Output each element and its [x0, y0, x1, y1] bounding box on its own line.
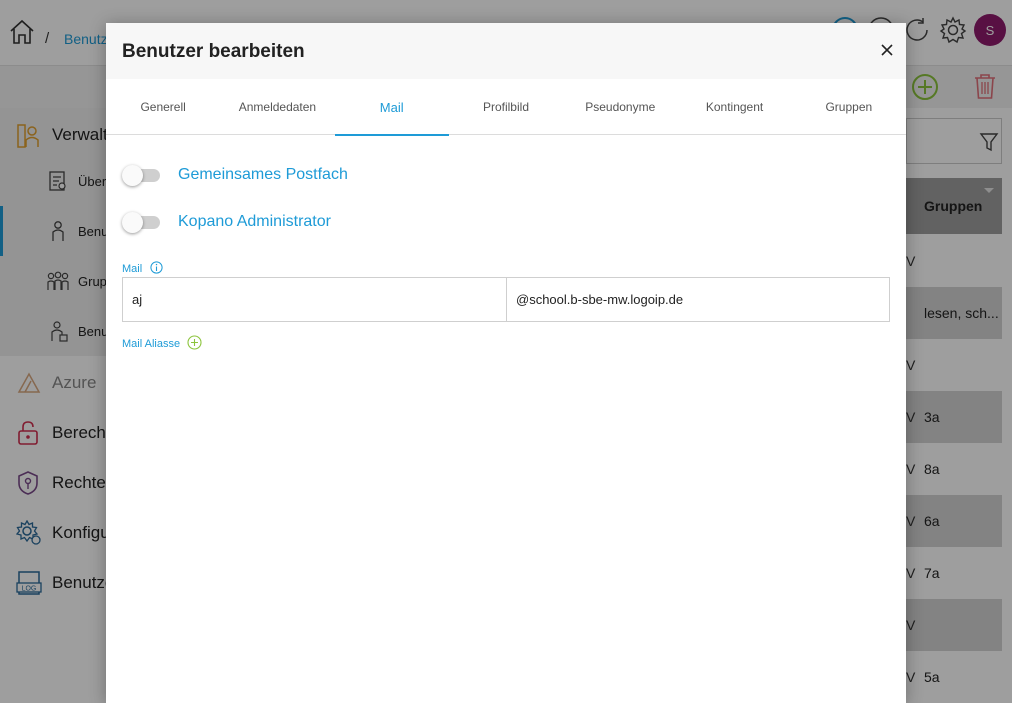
info-icon[interactable] [150, 260, 163, 274]
toggle-knob [122, 212, 143, 233]
kopano-admin-label: Kopano Administrator [178, 213, 331, 230]
tab-profilbild[interactable]: Profilbild [449, 79, 563, 135]
edit-user-dialog: Benutzer bearbeiten Generell Anmeldedate… [106, 23, 906, 703]
kopano-admin-toggle[interactable] [122, 212, 162, 233]
mail-aliases-label: Mail Aliasse [122, 338, 181, 350]
tab-mail[interactable]: Mail [334, 79, 450, 136]
mail-field-label: Mail [122, 260, 163, 275]
shared-mailbox-label: Gemeinsames Postfach [178, 166, 348, 183]
dialog-title: Benutzer bearbeiten [122, 41, 305, 62]
shared-mailbox-row: Gemeinsames Postfach [122, 161, 348, 189]
mail-domain-field: @school.b-sbe-mw.logoip.de [506, 277, 890, 322]
dialog-header: Benutzer bearbeiten [106, 23, 906, 79]
tab-anmeldedaten[interactable]: Anmeldedaten [220, 79, 334, 135]
mail-aliases-row: Mail Aliasse [122, 334, 202, 350]
tab-gruppen[interactable]: Gruppen [792, 79, 906, 135]
tab-kontingent[interactable]: Kontingent [677, 79, 791, 135]
shared-mailbox-toggle[interactable] [122, 165, 162, 186]
kopano-admin-row: Kopano Administrator [122, 208, 331, 236]
add-alias-icon[interactable] [187, 334, 202, 350]
dialog-tabs: Generell Anmeldedaten Mail Profilbild Ps… [106, 79, 906, 136]
tab-generell[interactable]: Generell [106, 79, 220, 135]
tab-pseudonyme[interactable]: Pseudonyme [563, 79, 677, 135]
toggle-knob [122, 165, 143, 186]
mail-local-part-input[interactable] [122, 277, 507, 322]
mail-label-text: Mail [122, 263, 143, 275]
close-icon[interactable] [879, 42, 895, 58]
